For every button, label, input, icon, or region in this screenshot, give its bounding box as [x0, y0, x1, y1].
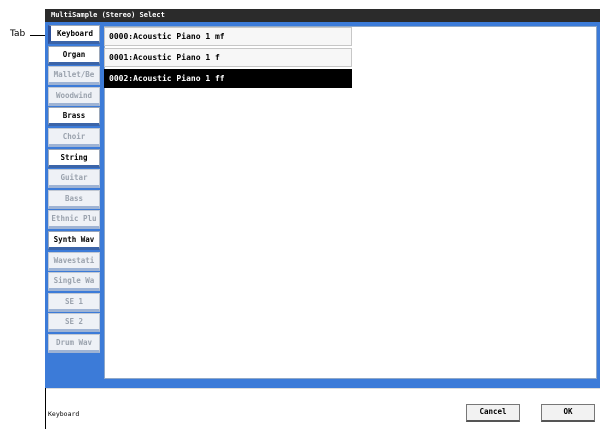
tab-mallet-bell[interactable]: Mallet/Be — [48, 66, 100, 86]
tab-ethnic-plucked[interactable]: Ethnic Plu — [48, 210, 100, 230]
tab-choir[interactable]: Choir — [48, 127, 100, 147]
list-item[interactable]: 0002:Acoustic Piano 1 ff — [104, 69, 352, 88]
tab-string[interactable]: String — [48, 148, 100, 168]
cancel-button[interactable]: Cancel — [466, 404, 520, 422]
tab-wavestation[interactable]: Wavestati — [48, 251, 100, 271]
tab-se-1[interactable]: SE 1 — [48, 292, 100, 312]
tab-callout-label: Tab — [10, 29, 26, 39]
tab-synth-wave[interactable]: Synth Wav — [48, 230, 100, 250]
tab-bass[interactable]: Bass — [48, 189, 100, 209]
ok-button[interactable]: OK — [541, 404, 595, 422]
tab-guitar[interactable]: Guitar — [48, 169, 100, 189]
tab-se-2[interactable]: SE 2 — [48, 313, 100, 333]
tab-organ[interactable]: Organ — [48, 45, 100, 65]
tab-single-wave[interactable]: Single Wa — [48, 272, 100, 292]
tab-brass[interactable]: Brass — [48, 107, 100, 127]
list-item[interactable]: 0001:Acoustic Piano 1 f — [104, 48, 352, 67]
tab-drum-wave[interactable]: Drum Wav — [48, 333, 100, 353]
list-item[interactable]: 0000:Acoustic Piano 1 mf — [104, 27, 352, 46]
status-text: Keyboard — [48, 410, 80, 418]
tab-keyboard[interactable]: Keyboard — [48, 25, 100, 44]
footer-divider — [45, 388, 600, 389]
window-title: MultiSample (Stereo) Select — [45, 9, 600, 22]
multisample-list: 0000:Acoustic Piano 1 mf 0001:Acoustic P… — [104, 27, 352, 90]
tab-woodwind[interactable]: Woodwind — [48, 86, 100, 106]
category-tabs: Keyboard Organ Mallet/Be Woodwind Brass … — [48, 25, 100, 355]
frame-border — [45, 388, 46, 429]
